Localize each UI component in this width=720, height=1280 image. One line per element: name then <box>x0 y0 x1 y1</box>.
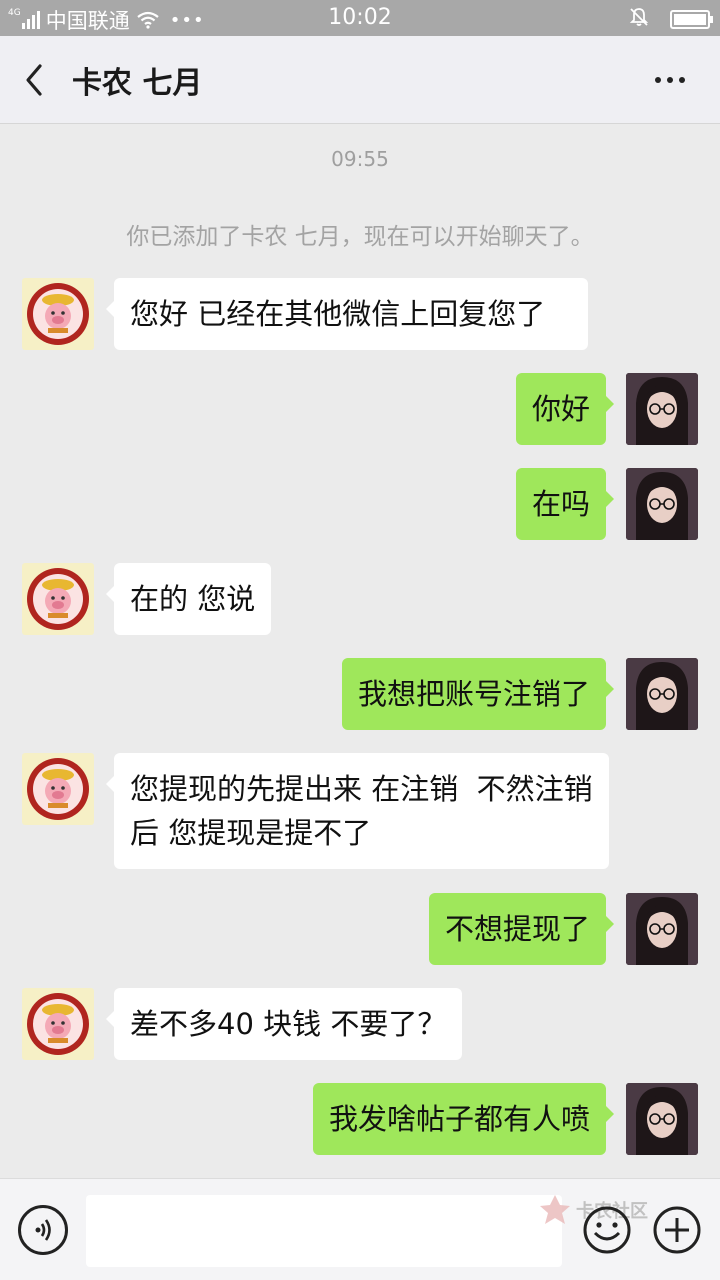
message-input[interactable] <box>86 1195 562 1267</box>
emoji-icon[interactable] <box>582 1205 632 1255</box>
my-avatar[interactable] <box>626 1083 698 1155</box>
chat-title: 卡农 七月 <box>72 66 203 101</box>
received-message[interactable]: 差不多40 块钱 不要了？ <box>105 988 463 1060</box>
sent-message[interactable]: 我想把账号注销了 <box>341 658 615 730</box>
timestamp-label: 09:55 <box>331 147 389 171</box>
sent-message[interactable]: 在吗 <box>515 468 615 540</box>
sent-message[interactable]: 不想提现了 <box>428 893 615 965</box>
voice-icon[interactable] <box>18 1205 68 1255</box>
back-icon[interactable] <box>20 62 52 98</box>
sent-message[interactable]: 你好 <box>515 373 615 445</box>
battery-icon <box>670 9 713 29</box>
received-message[interactable]: 您提现的先提出来 在注销 不然注销后 您提现是提不了 <box>106 753 609 869</box>
chat-header: 卡农 七月 <box>0 36 720 124</box>
contact-avatar[interactable] <box>22 278 94 350</box>
my-avatar[interactable] <box>626 658 698 730</box>
my-avatar[interactable] <box>626 373 698 445</box>
status-time: 10:02 <box>328 5 392 30</box>
system-message: 你已添加了卡农 七月，现在可以开始聊天了。 <box>126 224 594 250</box>
contact-avatar[interactable] <box>22 563 94 635</box>
status-bar: 4G 中国联通 ••• 10:02 <box>0 0 720 36</box>
received-message[interactable]: 在的 您说 <box>105 563 272 635</box>
more-dots-icon[interactable] <box>652 68 688 92</box>
contact-avatar[interactable] <box>22 753 94 825</box>
my-avatar[interactable] <box>626 893 698 965</box>
chat-messages[interactable]: 09:55 你已添加了卡农 七月，现在可以开始聊天了。 您好 已经在其他微信上回… <box>0 125 720 1178</box>
sent-message[interactable]: 我发啥帖子都有人喷 <box>312 1083 615 1155</box>
watermark-logo-icon <box>540 1195 570 1224</box>
mute-bell-icon <box>628 6 650 32</box>
status-right <box>628 6 713 32</box>
my-avatar[interactable] <box>626 468 698 540</box>
contact-avatar[interactable] <box>22 988 94 1060</box>
plus-circle-icon[interactable] <box>652 1205 702 1255</box>
input-bar: 卡农社区 <box>0 1178 720 1280</box>
received-message[interactable]: 您好 已经在其他微信上回复您了 <box>106 278 588 350</box>
